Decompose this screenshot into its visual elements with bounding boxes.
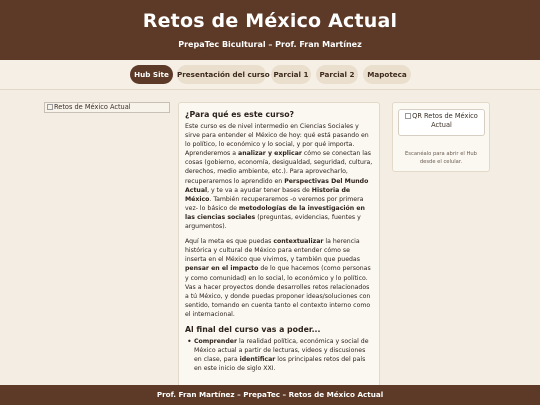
site-subtitle: PrepaTec Bicultural – Prof. Fran Martíne…: [178, 40, 362, 49]
site-header: Retos de México Actual PrepaTec Bicultur…: [0, 0, 540, 60]
card-paragraph-1: Este curso es de nivel intermedio en Cie…: [185, 122, 373, 231]
card-paragraph-2: Aquí la meta es que puedas contextualiza…: [185, 237, 373, 319]
tab-hub-site[interactable]: Hub Site: [130, 65, 173, 84]
site-title: Retos de México Actual: [142, 10, 398, 32]
broken-image-icon: [405, 113, 412, 119]
emphasis-text: pensar en el impacto: [185, 265, 259, 273]
course-info-card: ¿Para qué es este curso? Este curso es d…: [178, 102, 380, 385]
list-item: Comprender la realidad política, económi…: [185, 337, 373, 373]
emphasis-text: analizar y explicar: [238, 150, 302, 158]
tab-parcial-1[interactable]: Parcial 1: [271, 65, 311, 84]
card-heading-2: Al final del curso vas a poder...: [185, 324, 321, 334]
site-footer: Prof. Fran Martínez – PrepaTec – Retos d…: [0, 385, 540, 405]
qr-alt: QR Retos de México Actual: [412, 112, 478, 129]
body-text: , y te va a ayudar tener bases de: [207, 186, 312, 194]
body-text: Aquí la meta es que puedas: [185, 238, 274, 246]
course-banner-alt: Retos de México Actual: [54, 103, 131, 111]
outcomes-list: Comprender la realidad política, económi…: [185, 337, 373, 373]
body-text: de lo que hacemos (como personas y como …: [185, 265, 371, 318]
emphasis-text: identificar: [239, 356, 276, 364]
course-banner-image: Retos de México Actual: [44, 102, 170, 113]
qr-code-image[interactable]: QR Retos de México Actual: [398, 109, 485, 136]
emphasis-text: Comprender: [194, 337, 237, 345]
tab-mapoteca[interactable]: Mapoteca: [363, 65, 411, 84]
qr-card: QR Retos de México Actual Escanéalo para…: [392, 102, 490, 172]
qr-caption: Escanéalo para abrir el Hub desde el cel…: [405, 151, 477, 165]
main-nav: Hub Site Presentación del curso Parcial …: [0, 60, 540, 90]
broken-image-icon: [47, 104, 53, 110]
emphasis-text: contextualizar: [273, 238, 324, 246]
tab-parcial-2[interactable]: Parcial 2: [316, 65, 358, 84]
tab-presentacion[interactable]: Presentación del curso: [177, 65, 270, 84]
main-content: Retos de México Actual ¿Para qué es este…: [0, 90, 540, 385]
card-heading: ¿Para qué es este curso?: [185, 110, 295, 119]
